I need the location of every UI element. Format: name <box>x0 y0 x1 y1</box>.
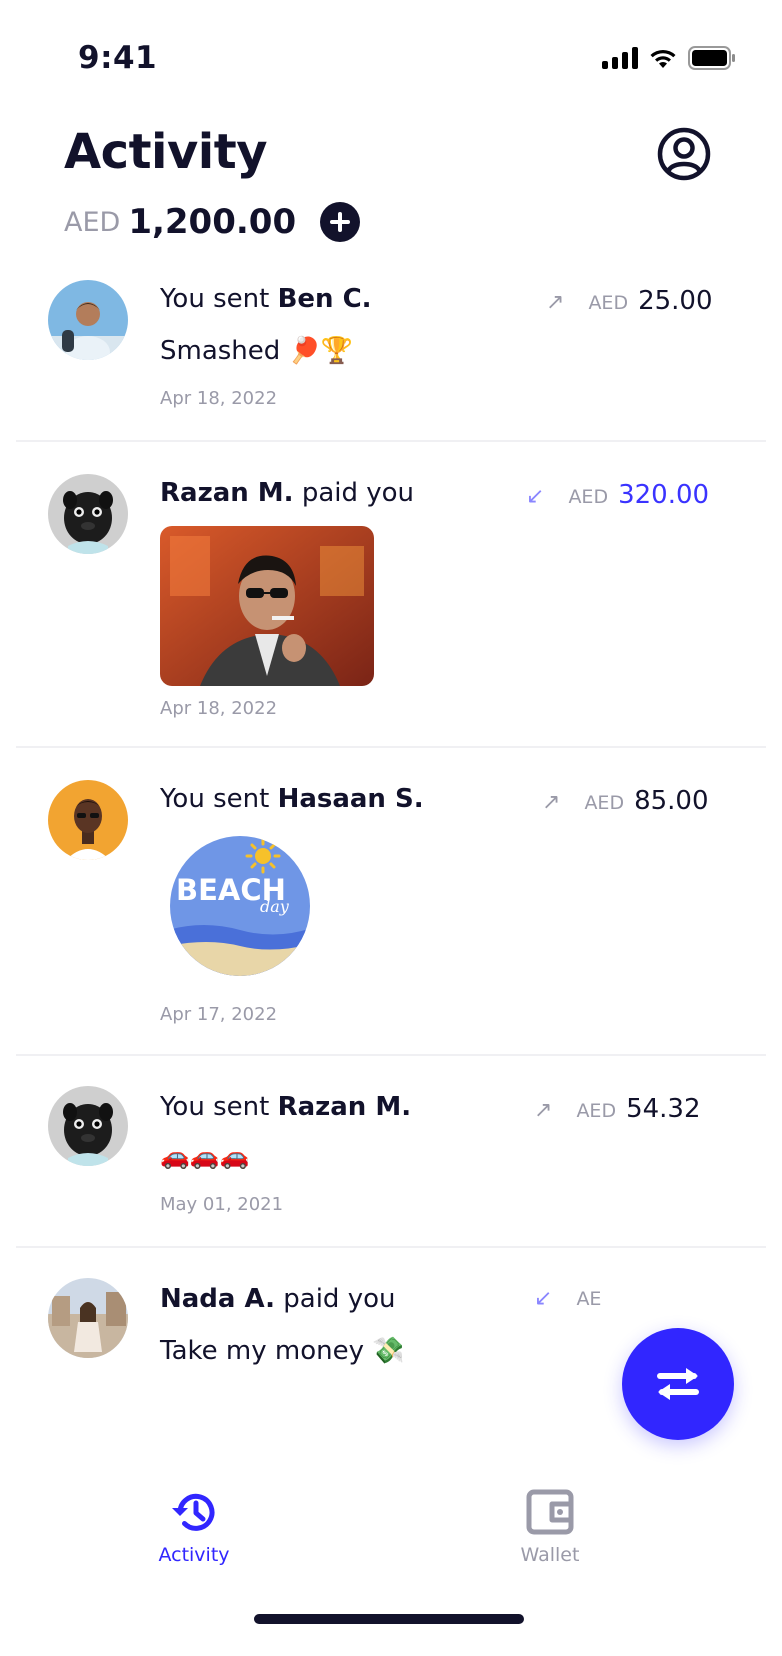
arrow-up-right-icon: ↗ <box>534 1098 553 1123</box>
transaction-amount: ↗ AED 25.00 <box>546 286 713 316</box>
home-indicator[interactable] <box>254 1614 524 1624</box>
tab-wallet[interactable]: Wallet <box>480 1486 620 1566</box>
sticker-subtext: day <box>260 897 290 916</box>
swap-arrows-icon <box>657 1368 699 1400</box>
transfer-button[interactable] <box>622 1328 734 1440</box>
battery-icon <box>688 46 735 70</box>
attached-photo[interactable] <box>160 526 374 686</box>
arrow-up-right-icon: ↗ <box>546 290 565 315</box>
activity-item[interactable]: You sent Razan M. ↗ AED 54.32 🚗🚗🚗 May 01… <box>16 1056 766 1248</box>
transaction-note: Take my money 💸 <box>160 1336 405 1366</box>
transaction-title: You sent Razan M. <box>160 1092 412 1122</box>
transaction-title: Razan M. paid you <box>160 478 415 508</box>
avatar <box>48 780 128 860</box>
transaction-date: Apr 18, 2022 <box>160 388 278 409</box>
transaction-date: Apr 17, 2022 <box>160 1004 278 1025</box>
tab-label: Wallet <box>520 1544 580 1566</box>
profile-button[interactable] <box>656 126 712 182</box>
transaction-date: May 01, 2021 <box>160 1194 284 1215</box>
contact-name: Razan M. <box>277 1092 412 1122</box>
contact-name: Ben C. <box>277 284 372 314</box>
activity-item[interactable]: You sent Hasaan S. ↗ AED 85.00 BEACH day… <box>16 748 766 1056</box>
transaction-date: Apr 18, 2022 <box>160 698 278 719</box>
cellular-signal-icon <box>602 47 638 69</box>
user-circle-icon <box>657 127 711 181</box>
transaction-title: Nada A. paid you <box>160 1284 396 1314</box>
tab-bar: Activity Wallet <box>0 1472 782 1656</box>
transaction-amount: ↙ AED 320.00 <box>526 480 710 510</box>
transaction-title: You sent Ben C. <box>160 284 372 314</box>
avatar <box>48 474 128 554</box>
balance: AED 1,200.00 <box>64 202 361 242</box>
add-funds-button[interactable] <box>320 202 361 242</box>
page-title: Activity <box>64 124 267 180</box>
avatar <box>48 280 128 360</box>
arrow-up-right-icon: ↗ <box>542 790 561 815</box>
avatar <box>48 1278 128 1358</box>
transaction-note: 🚗🚗🚗 <box>160 1142 250 1170</box>
status-icons <box>602 46 736 70</box>
transaction-amount: ↗ AED 85.00 <box>542 786 709 816</box>
history-icon <box>172 1493 215 1531</box>
contact-name: Razan M. <box>160 478 294 508</box>
balance-amount: 1,200.00 <box>128 202 297 242</box>
balance-currency: AED <box>64 206 121 238</box>
activity-item[interactable]: You sent Ben C. ↗ AED 25.00 Smashed 🏓🏆 A… <box>16 260 766 442</box>
transaction-note: Smashed 🏓🏆 <box>160 336 354 366</box>
wallet-icon <box>526 1489 574 1535</box>
beach-day-sticker[interactable]: BEACH day <box>168 834 312 978</box>
contact-name: Nada A. <box>160 1284 275 1314</box>
arrow-down-left-icon: ↙ <box>526 484 545 509</box>
transaction-amount: ↙ AE <box>534 1286 602 1311</box>
avatar <box>48 1086 128 1166</box>
transaction-amount: ↗ AED 54.32 <box>534 1094 701 1124</box>
status-time: 9:41 <box>78 40 158 76</box>
tab-label: Activity <box>158 1544 230 1566</box>
tab-activity[interactable]: Activity <box>124 1486 264 1566</box>
arrow-down-left-icon: ↙ <box>534 1286 553 1311</box>
status-bar: 9:41 <box>0 0 782 120</box>
activity-item[interactable]: Razan M. paid you ↙ AED 320.00 Apr 18, 2… <box>16 442 766 748</box>
contact-name: Hasaan S. <box>277 784 424 814</box>
wifi-icon <box>650 49 676 68</box>
transaction-title: You sent Hasaan S. <box>160 784 424 814</box>
